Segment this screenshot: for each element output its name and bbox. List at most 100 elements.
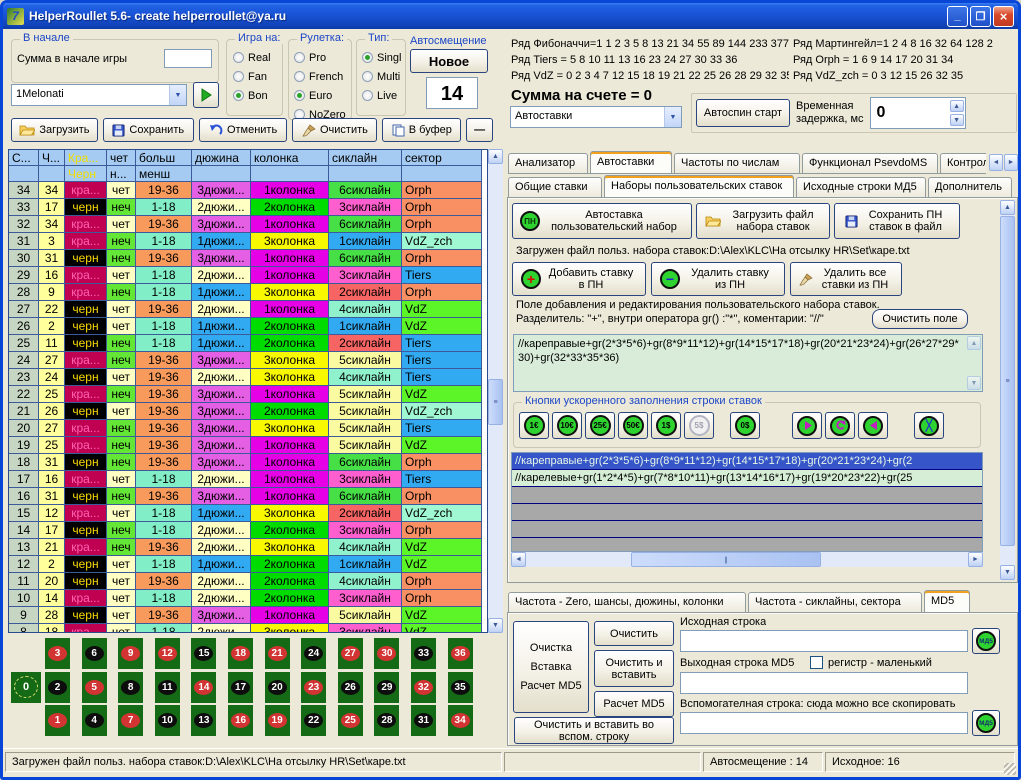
board-cell-11[interactable]: 11 <box>155 672 180 703</box>
column-header[interactable]: менш <box>136 166 192 182</box>
remove-bet-button[interactable]: − Удалить ставку из ПН <box>651 262 785 296</box>
table-row[interactable]: 313кра...неч1-181дюжи...3колонка1сиклайн… <box>9 233 487 250</box>
table-row[interactable]: 928чернчет19-363дюжи...1колонка5сиклайнV… <box>9 607 487 624</box>
board-cell-zero[interactable]: 0 <box>11 672 41 703</box>
table-row[interactable]: 1716кра...чет1-182дюжи...1колонка3сиклай… <box>9 471 487 488</box>
table-row[interactable]: 1512кра...чет1-181дюжи...3колонка2сиклай… <box>9 505 487 522</box>
scroll-thumb[interactable]: ≡ <box>488 379 503 425</box>
table-row[interactable]: 2427кра...неч19-363дюжи...3колонка5сикла… <box>9 352 487 369</box>
chip-button-0$[interactable]: 0$ <box>730 412 760 439</box>
table-row[interactable]: 2722чернчет19-362дюжи...1колонка4сиклайн… <box>9 301 487 318</box>
radio-singl[interactable]: Singl <box>362 48 401 67</box>
board-cell-26[interactable]: 26 <box>338 672 363 703</box>
board-cell-35[interactable]: 35 <box>448 672 473 703</box>
table-row[interactable]: 1321кра...неч19-362дюжи...3колонка4сикла… <box>9 539 487 556</box>
chip-button-1€[interactable]: 1€ <box>519 412 549 439</box>
start-sum-input[interactable] <box>164 49 212 68</box>
scroll-up-icon[interactable]: ▲ <box>488 149 503 164</box>
board-cell-9[interactable]: 9 <box>118 638 143 669</box>
chip-button-50€[interactable]: 50€ <box>618 412 648 439</box>
add-bet-button[interactable]: + Добавить ставку в ПН <box>512 262 646 296</box>
list-h-scrollbar[interactable]: ◄ ∥ ► <box>511 552 983 567</box>
board-cell-24[interactable]: 24 <box>301 638 326 669</box>
column-header[interactable] <box>192 166 251 182</box>
table-row[interactable]: 122чернчет1-181дюжи...2колонка1сиклайнVd… <box>9 556 487 573</box>
load-button[interactable]: Загрузить <box>11 118 98 142</box>
board-cell-32[interactable]: 32 <box>411 672 436 703</box>
scroll-right-icon[interactable]: ► <box>968 552 983 567</box>
chevron-down-icon[interactable]: ▼ <box>664 107 681 127</box>
table-row[interactable]: 289кра...неч1-181дюжи...3колонка2сиклайн… <box>9 284 487 301</box>
tab-bottom-3[interactable]: MD5 <box>924 590 970 613</box>
panel-scrollbar[interactable]: ▲ ≡ ▼ <box>1000 200 1015 580</box>
board-cell-25[interactable]: 25 <box>338 705 363 736</box>
tab-main-5[interactable]: Контроль банкро <box>940 153 986 173</box>
board-cell-31[interactable]: 31 <box>411 705 436 736</box>
board-cell-18[interactable]: 18 <box>228 638 253 669</box>
md5-aux-button[interactable]: МД5 <box>972 710 1000 736</box>
spin-up-icon[interactable]: ▲ <box>950 100 964 112</box>
scroll-down-icon[interactable]: ▼ <box>488 618 503 633</box>
new-button[interactable]: Новое <box>410 49 488 73</box>
bet-set-row[interactable]: //карелевые+gr(1*2*4*5)+gr(7*8*10*11)+gr… <box>512 470 982 487</box>
board-cell-10[interactable]: 10 <box>155 705 180 736</box>
table-row[interactable]: 2126чернчет19-363дюжи...2колонка5сиклайн… <box>9 403 487 420</box>
table-row[interactable]: 2027кра...неч19-363дюжи...3колонка5сикла… <box>9 420 487 437</box>
empty-list-row[interactable] <box>512 521 982 538</box>
column-header[interactable]: Ч... <box>39 150 65 166</box>
board-cell-33[interactable]: 33 <box>411 638 436 669</box>
register-checkbox-row[interactable]: регистр - маленький <box>810 656 932 669</box>
tab-main-1[interactable]: Анализатор <box>508 153 588 173</box>
radio-multi[interactable]: Multi <box>362 67 401 86</box>
scroll-up-icon[interactable]: ▲ <box>1000 200 1015 215</box>
board-cell-16[interactable]: 16 <box>228 705 253 736</box>
empty-list-row[interactable] <box>512 504 982 521</box>
scroll-thumb[interactable]: ≡ <box>1000 216 1015 546</box>
column-header[interactable] <box>251 166 329 182</box>
table-row[interactable]: 3234кра...чет19-363дюжи...1колонка6сикла… <box>9 216 487 233</box>
clear-button[interactable]: Очистить <box>292 118 377 142</box>
chip-button-1$[interactable]: 1$ <box>651 412 681 439</box>
scroll-left-icon[interactable]: ◄ <box>511 552 526 567</box>
table-row[interactable]: 1925кра...неч19-363дюжи...1колонка5сикла… <box>9 437 487 454</box>
load-set-file-button[interactable]: Загрузить файл набора ставок <box>696 203 830 239</box>
tab-sub-3[interactable]: Исходные строки МД5 <box>796 177 926 197</box>
board-cell-7[interactable]: 7 <box>118 705 143 736</box>
tab-sub-2[interactable]: Наборы пользовательских ставок <box>604 175 794 198</box>
table-row[interactable]: 2511черннеч1-181дюжи...2колонка2сиклайнT… <box>9 335 487 352</box>
table-row[interactable]: 1831черннеч19-363дюжи...1колонка6сиклайн… <box>9 454 487 471</box>
column-header[interactable] <box>329 166 402 182</box>
tab-bottom-1[interactable]: Частота - Zero, шансы, дюжины, колонки <box>508 592 746 612</box>
clear-paste-calc-button[interactable]: Очистка Вставка Расчет MD5 <box>513 621 589 713</box>
board-cell-13[interactable]: 13 <box>191 705 216 736</box>
column-header[interactable]: колонка <box>251 150 329 166</box>
column-header[interactable]: сиклайн <box>329 150 402 166</box>
board-cell-20[interactable]: 20 <box>265 672 290 703</box>
clear-field-button[interactable]: Очистить поле <box>872 309 968 329</box>
edit-scroll-down-icon[interactable]: ▼ <box>967 376 981 390</box>
to-buffer-button[interactable]: В буфер <box>382 118 461 142</box>
column-header[interactable] <box>9 166 39 182</box>
table-row[interactable]: 1120чернчет19-362дюжи...2колонка4сиклайн… <box>9 573 487 590</box>
column-header[interactable]: н... <box>107 166 136 182</box>
board-cell-34[interactable]: 34 <box>448 705 473 736</box>
table-row[interactable]: 3434кра...чет19-363дюжи...1колонка6сикла… <box>9 182 487 199</box>
table-scrollbar[interactable]: ▲ ≡ ▼ <box>488 149 503 633</box>
tab-sub-1[interactable]: Общие ставки <box>508 177 602 197</box>
quick-back-button[interactable] <box>858 412 888 439</box>
board-cell-4[interactable]: 4 <box>82 705 107 736</box>
column-header[interactable]: С... <box>9 150 39 166</box>
clear-paste-aux-button[interactable]: Очистить и вставить во вспом. строку <box>514 717 674 744</box>
column-header[interactable] <box>39 166 65 182</box>
table-row[interactable]: 2324чернчет19-362дюжи...3колонка4сиклайн… <box>9 369 487 386</box>
preset-combo[interactable]: 1Melonati ▼ <box>11 84 187 106</box>
board-cell-36[interactable]: 36 <box>448 638 473 669</box>
column-header[interactable]: чет <box>107 150 136 166</box>
md5-clear-button[interactable]: Очистить <box>594 621 674 646</box>
column-header[interactable]: дюжина <box>192 150 251 166</box>
radio-fan[interactable]: Fan <box>233 67 271 86</box>
minimize-button[interactable]: _ <box>947 6 968 27</box>
tab-scroll-left-icon[interactable]: ◄ <box>989 154 1003 171</box>
table-row[interactable]: 818кра...чет1-182дюжи...3колонка3сиклайн… <box>9 624 487 633</box>
column-header[interactable] <box>402 166 482 182</box>
